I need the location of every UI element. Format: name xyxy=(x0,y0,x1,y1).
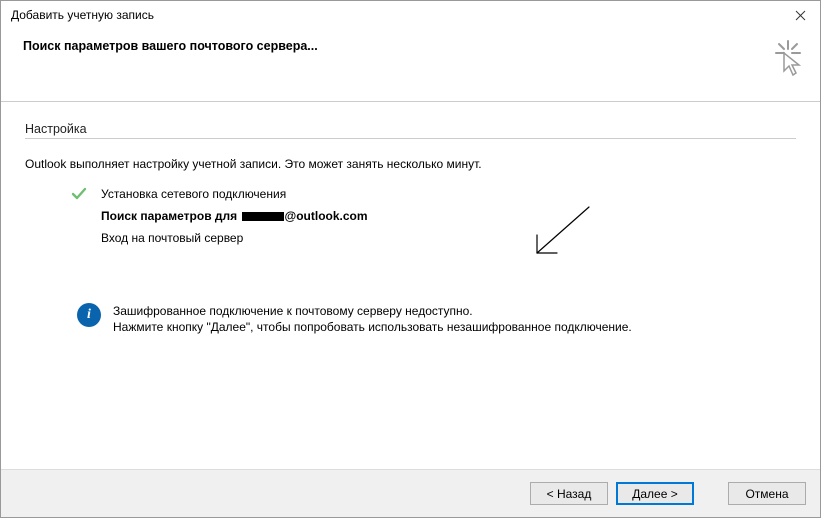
info-line2: Нажмите кнопку "Далее", чтобы попробоват… xyxy=(113,319,632,335)
back-button[interactable]: < Назад xyxy=(530,482,608,505)
step-login: Вход на почтовый сервер xyxy=(25,229,796,247)
step-search-icon-placeholder xyxy=(71,207,87,223)
info-line1: Зашифрованное подключение к почтовому се… xyxy=(113,303,632,319)
section-title: Настройка xyxy=(25,122,796,136)
wizard-footer: < Назад Далее > Отмена xyxy=(1,469,820,517)
step-login-label: Вход на почтовый сервер xyxy=(101,229,243,247)
info-message: i Зашифрованное подключение к почтовому … xyxy=(25,303,796,335)
step-search-suffix: @outlook.com xyxy=(285,209,368,223)
section-divider xyxy=(25,138,796,139)
step-search-label: Поиск параметров для @outlook.com xyxy=(101,207,368,225)
wizard-content: Настройка Outlook выполняет настройку уч… xyxy=(1,102,820,335)
close-button[interactable] xyxy=(780,1,820,29)
step-login-icon-placeholder xyxy=(71,229,87,245)
busy-cursor-icon xyxy=(770,39,806,79)
check-icon xyxy=(71,185,87,201)
wizard-header-title: Поиск параметров вашего почтового сервер… xyxy=(23,39,318,53)
step-search: Поиск параметров для @outlook.com xyxy=(25,207,796,225)
redacted-email-user xyxy=(242,212,284,221)
step-search-prefix: Поиск параметров для xyxy=(101,209,241,223)
wizard-header: Поиск параметров вашего почтового сервер… xyxy=(1,29,820,101)
info-icon: i xyxy=(77,303,101,327)
step-network-label: Установка сетевого подключения xyxy=(101,185,286,203)
info-text: Зашифрованное подключение к почтовому се… xyxy=(113,303,632,335)
next-button[interactable]: Далее > xyxy=(616,482,694,505)
section-intro: Outlook выполняет настройку учетной запи… xyxy=(25,157,796,171)
cancel-button[interactable]: Отмена xyxy=(728,482,806,505)
step-network: Установка сетевого подключения xyxy=(25,185,796,203)
titlebar: Добавить учетную запись xyxy=(1,1,820,29)
window-title: Добавить учетную запись xyxy=(11,8,154,22)
close-icon xyxy=(795,10,806,21)
